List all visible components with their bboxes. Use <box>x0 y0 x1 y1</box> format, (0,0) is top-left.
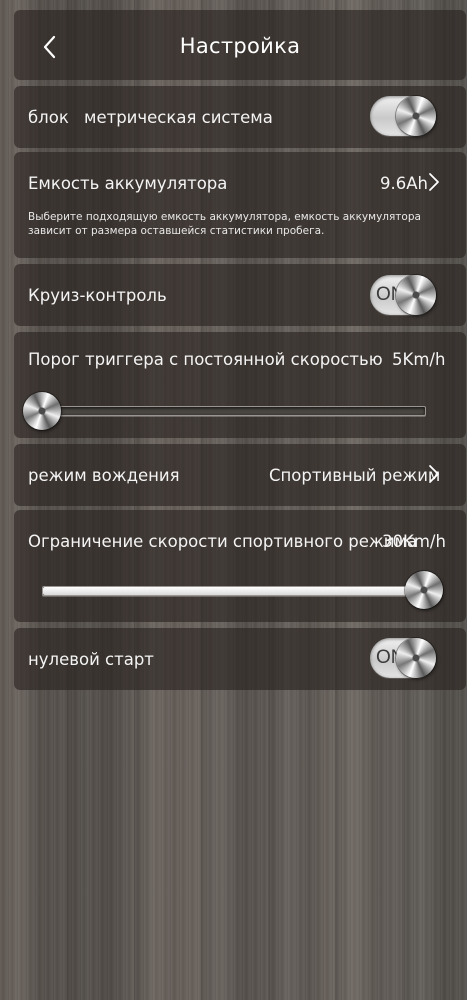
zero-start-label: нулевой старт <box>28 650 154 669</box>
units-value: метрическая система <box>84 108 273 127</box>
trigger-label: Порог триггера с постоянной скоростью <box>28 350 383 369</box>
trigger-slider-track[interactable] <box>38 406 426 416</box>
battery-note: Выберите подходящую емкость аккумулятора… <box>28 211 421 237</box>
cruise-toggle[interactable]: ON <box>370 275 436 315</box>
toggle-knob <box>396 275 436 315</box>
trigger-row: Порог триггера с постоянной скоростью 5K… <box>14 332 466 438</box>
zero-start-row: нулевой старт ON <box>14 628 466 690</box>
sport-limit-label: Ограничение скорости спортивного режима <box>28 532 418 551</box>
header-bar: Настройка <box>14 10 466 80</box>
sport-limit-slider-track[interactable] <box>42 586 426 596</box>
chevron-right-icon[interactable] <box>428 172 440 192</box>
drive-mode-row[interactable]: режим вождения Спортивный режим <box>14 444 466 506</box>
zero-start-toggle[interactable]: ON <box>370 638 436 678</box>
battery-label: Емкость аккумулятора <box>28 174 228 193</box>
chevron-right-icon[interactable] <box>428 464 440 484</box>
sport-limit-row: Ограничение скорости спортивного режима … <box>14 510 466 622</box>
drive-mode-label: режим вождения <box>28 466 180 485</box>
units-label: блок <box>28 108 69 127</box>
cruise-label: Круиз-контроль <box>28 286 167 305</box>
page-title: Настройка <box>179 34 301 58</box>
battery-value: 9.6Ah <box>380 174 428 193</box>
drive-mode-value: Спортивный режим <box>269 466 441 485</box>
trigger-slider-knob[interactable] <box>23 392 61 430</box>
sport-limit-slider-fill <box>43 587 425 595</box>
sport-limit-value: 30Km/h <box>382 532 446 551</box>
trigger-value: 5Km/h <box>392 350 446 369</box>
cruise-row: Круиз-контроль ON <box>14 264 466 326</box>
toggle-knob <box>396 638 436 678</box>
units-row: блок метрическая система <box>14 86 466 148</box>
sport-limit-slider-knob[interactable] <box>405 571 443 609</box>
toggle-knob <box>396 96 436 136</box>
units-toggle[interactable] <box>370 96 436 136</box>
battery-row[interactable]: Емкость аккумулятора 9.6Ah Выберите подх… <box>14 152 466 258</box>
